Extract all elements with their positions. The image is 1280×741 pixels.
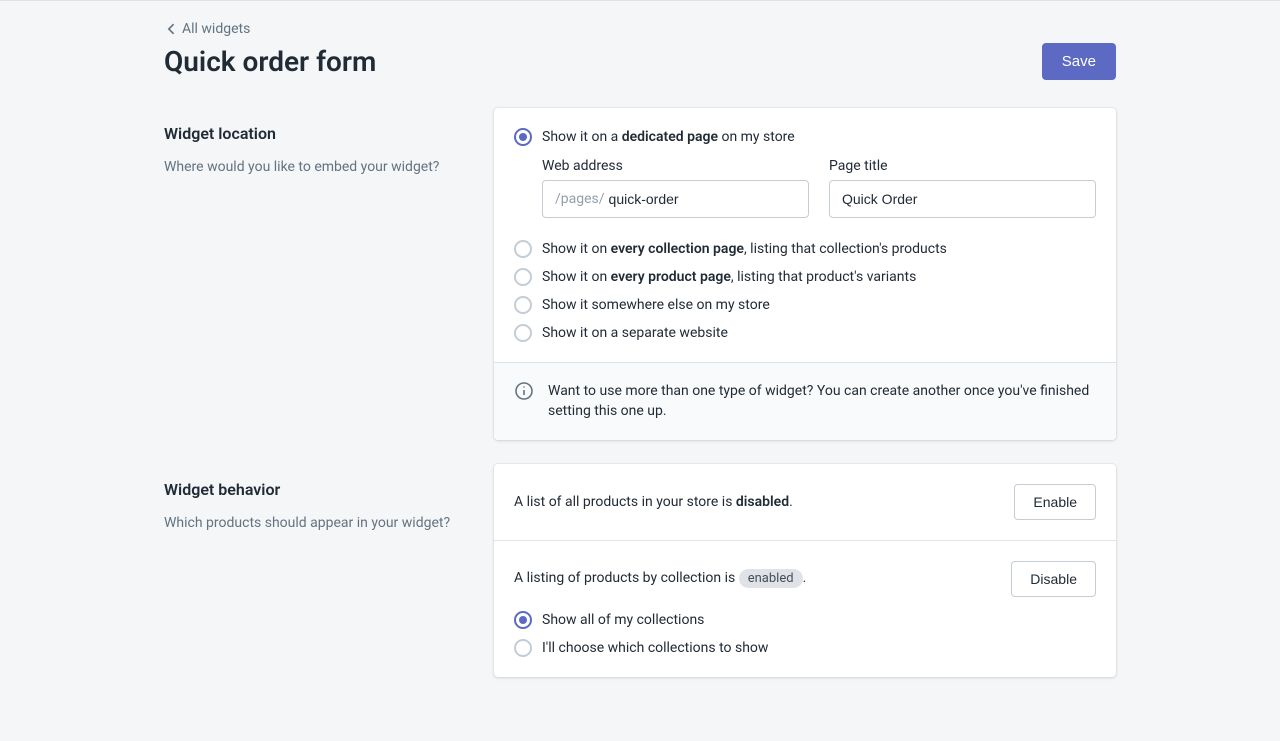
radio-label: Show it somewhere else on my store <box>542 297 770 313</box>
by-collection-status: A listing of products by collection is e… <box>514 569 806 588</box>
page-title-label: Page title <box>829 158 1096 174</box>
all-products-status: A list of all products in your store is … <box>514 494 793 510</box>
radio-dedicated-page[interactable]: Show it on a dedicated page on my store <box>514 128 1096 146</box>
enabled-badge: enabled <box>739 569 803 588</box>
breadcrumb-label: All widgets <box>182 21 250 37</box>
radio-label: Show it on every product page, listing t… <box>542 269 916 285</box>
radio-icon <box>514 128 532 146</box>
page-title: Quick order form <box>164 45 376 78</box>
web-address-prefix: /pages/ <box>555 191 605 207</box>
info-banner: Want to use more than one type of widget… <box>494 362 1116 440</box>
web-address-input[interactable] <box>609 191 796 207</box>
section-desc-location: Where would you like to embed your widge… <box>164 157 474 177</box>
save-button[interactable]: Save <box>1042 43 1116 80</box>
radio-label: Show it on every collection page, listin… <box>542 241 947 257</box>
breadcrumb-back[interactable]: All widgets <box>164 21 250 37</box>
radio-label: Show all of my collections <box>542 612 704 628</box>
radio-all-collections[interactable]: Show all of my collections <box>514 611 1096 629</box>
radio-icon <box>514 296 532 314</box>
section-desc-behavior: Which products should appear in your wid… <box>164 513 474 533</box>
radio-icon <box>514 639 532 657</box>
radio-label: Show it on a dedicated page on my store <box>542 129 795 145</box>
chevron-left-icon <box>164 21 180 37</box>
radio-product-page[interactable]: Show it on every product page, listing t… <box>514 268 1096 286</box>
card-behavior: A list of all products in your store is … <box>494 464 1116 677</box>
radio-collection-page[interactable]: Show it on every collection page, listin… <box>514 240 1096 258</box>
page-title-input[interactable] <box>842 191 1083 207</box>
radio-label: Show it on a separate website <box>542 325 728 341</box>
info-text: Want to use more than one type of widget… <box>548 381 1096 422</box>
radio-icon <box>514 240 532 258</box>
radio-separate-website[interactable]: Show it on a separate website <box>514 324 1096 342</box>
web-address-input-wrap[interactable]: /pages/ <box>542 180 809 218</box>
radio-label: I'll choose which collections to show <box>542 640 768 656</box>
info-icon <box>514 381 534 401</box>
radio-elsewhere[interactable]: Show it somewhere else on my store <box>514 296 1096 314</box>
disable-button[interactable]: Disable <box>1011 561 1096 597</box>
section-title-location: Widget location <box>164 124 474 143</box>
radio-icon <box>514 611 532 629</box>
section-title-behavior: Widget behavior <box>164 480 474 499</box>
card-location: Show it on a dedicated page on my store … <box>494 108 1116 440</box>
page-title-input-wrap[interactable] <box>829 180 1096 218</box>
radio-icon <box>514 268 532 286</box>
radio-choose-collections[interactable]: I'll choose which collections to show <box>514 639 1096 657</box>
radio-icon <box>514 324 532 342</box>
enable-button[interactable]: Enable <box>1014 484 1096 520</box>
web-address-label: Web address <box>542 158 809 174</box>
